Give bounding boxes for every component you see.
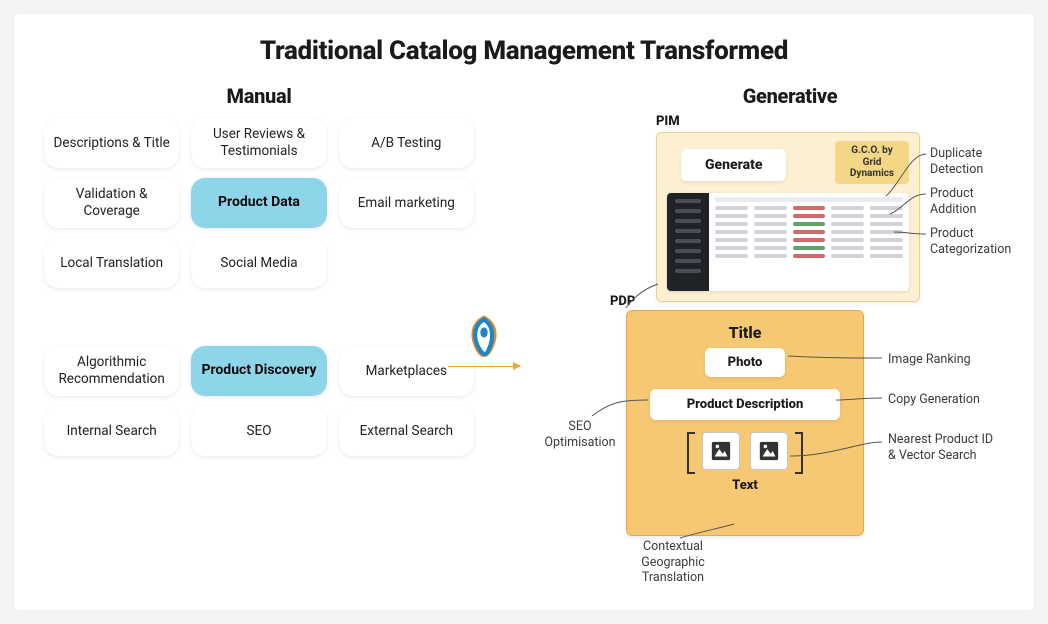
transition-arrow xyxy=(439,314,529,367)
generate-chip: Generate xyxy=(681,149,786,181)
internal-search-pill: Internal Search xyxy=(44,406,179,456)
validation-coverage-pill: Validation & Coverage xyxy=(44,178,179,228)
seo-pill: SEO xyxy=(191,406,326,456)
manual-section: Manual Descriptions & Title User Reviews… xyxy=(44,84,474,456)
annotation-product-categorization: Product Categorization xyxy=(930,226,1011,257)
similar-products-thumbs xyxy=(637,432,853,470)
external-search-pill: External Search xyxy=(339,406,474,456)
product-data-cluster: Descriptions & Title User Reviews & Test… xyxy=(44,118,474,288)
arrow-icon xyxy=(448,366,520,367)
pdp-title: Title xyxy=(637,323,853,342)
annotation-duplicate-detection: Duplicate Detection xyxy=(930,146,1010,177)
descriptions-title-pill: Descriptions & Title xyxy=(44,118,179,168)
manual-heading: Manual xyxy=(44,84,474,108)
pim-table-body xyxy=(709,193,909,291)
product-description-chip: Product Description xyxy=(650,389,840,420)
generative-section: Generative PIM PDP G.C.O. by Grid Dynami… xyxy=(530,84,1010,594)
annotation-image-ranking: Image Ranking xyxy=(888,352,971,368)
gco-badge: G.C.O. by Grid Dynamics xyxy=(835,141,909,184)
pdp-text-label: Text xyxy=(637,478,853,493)
product-discovery-cluster: Algorithmic Recommendation Product Disco… xyxy=(44,346,474,456)
pdp-box: Title Photo Product Description Text xyxy=(626,310,864,536)
brand-logo-icon xyxy=(461,314,507,360)
algorithmic-rec-pill: Algorithmic Recommendation xyxy=(44,346,179,396)
main-title: Traditional Catalog Management Transform… xyxy=(14,14,1034,66)
annotation-seo-optimisation: SEO Optimisation xyxy=(540,419,620,450)
annotation-product-addition: Product Addition xyxy=(930,186,1010,217)
annotation-contextual-translation: Contextual Geographic Translation xyxy=(628,539,718,586)
thumbnail-image-icon xyxy=(750,432,788,470)
product-discovery-pill: Product Discovery xyxy=(191,346,326,396)
pim-box: G.C.O. by Grid Dynamics Generate xyxy=(656,132,920,302)
email-marketing-pill: Email marketing xyxy=(339,178,474,228)
pim-table-preview xyxy=(667,193,909,291)
ab-testing-pill: A/B Testing xyxy=(339,118,474,168)
diagram-card: Traditional Catalog Management Transform… xyxy=(14,14,1034,610)
thumbnail-image-icon xyxy=(702,432,740,470)
social-media-pill: Social Media xyxy=(191,238,326,288)
pdp-label: PDP xyxy=(610,294,635,309)
annotation-copy-generation: Copy Generation xyxy=(888,392,980,408)
user-reviews-pill: User Reviews & Testimonials xyxy=(191,118,326,168)
product-data-pill: Product Data xyxy=(191,178,326,228)
photo-chip: Photo xyxy=(705,348,785,377)
pim-label: PIM xyxy=(656,114,680,129)
generative-heading: Generative xyxy=(570,84,1010,108)
annotation-nearest-product: Nearest Product ID & Vector Search xyxy=(888,432,998,463)
pim-sidebar xyxy=(667,193,709,291)
local-translation-pill: Local Translation xyxy=(44,238,179,288)
